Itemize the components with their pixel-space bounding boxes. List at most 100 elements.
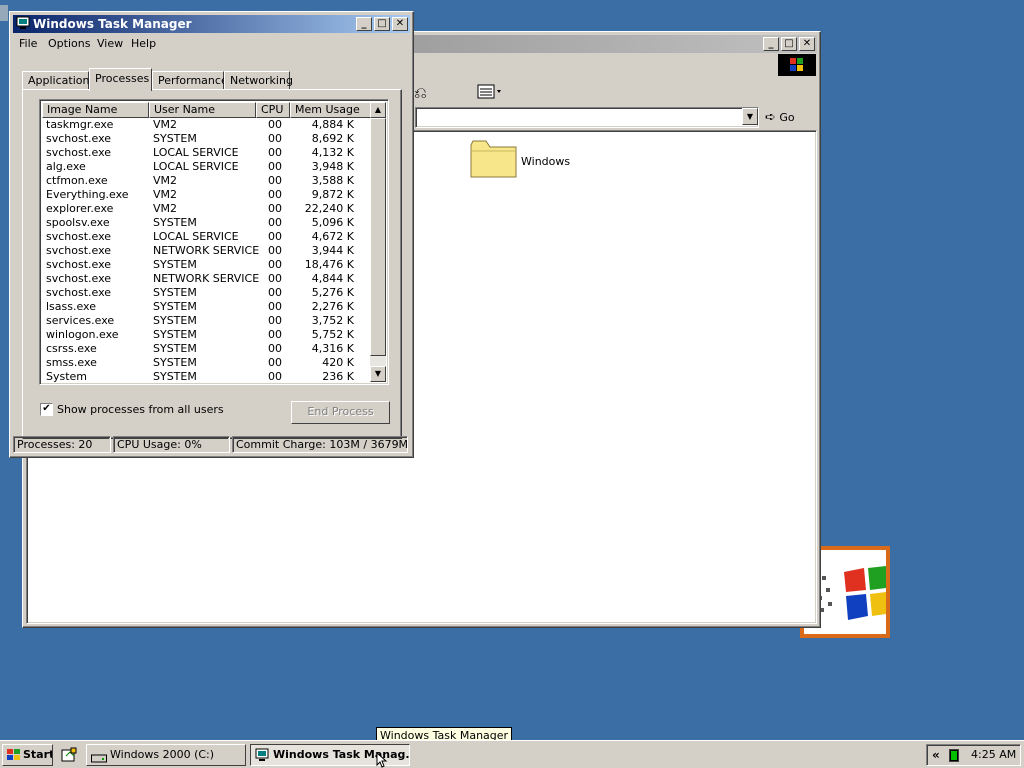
process-cpu: 00 [268, 370, 282, 383]
process-row[interactable]: svchost.exe SYSTEM 00 5,276 K [42, 286, 374, 300]
process-user-name: NETWORK SERVICE [153, 272, 260, 285]
minimize-button[interactable]: _ [763, 37, 779, 51]
process-cpu: 00 [268, 132, 282, 145]
process-row[interactable]: svchost.exe NETWORK SERVICE 00 4,844 K [42, 272, 374, 286]
process-user-name: SYSTEM [153, 370, 197, 383]
process-user-name: LOCAL SERVICE [153, 146, 239, 159]
process-row[interactable]: alg.exe LOCAL SERVICE 00 3,948 K [42, 160, 374, 174]
column-mem-usage[interactable]: Mem Usage [290, 102, 374, 118]
process-user-name: SYSTEM [153, 258, 197, 271]
process-mem-usage: 2,276 K [311, 300, 354, 313]
process-row[interactable]: winlogon.exe SYSTEM 00 5,752 K [42, 328, 374, 342]
process-cpu: 00 [268, 188, 282, 201]
show-all-users-checkbox[interactable]: ✔ [40, 403, 53, 416]
process-cpu: 00 [268, 286, 282, 299]
quicklaunch-desktop-icon[interactable] [61, 747, 77, 763]
process-mem-usage: 236 K [322, 370, 354, 383]
process-list[interactable]: Image Name User Name CPU Mem Usage taskm… [39, 99, 389, 385]
menu-options[interactable]: Options [48, 37, 90, 50]
process-image-name: ctfmon.exe [46, 174, 108, 187]
process-image-name: winlogon.exe [46, 328, 119, 341]
task-manager-tray-icon[interactable] [949, 749, 959, 762]
process-image-name: System [46, 370, 88, 383]
process-row[interactable]: svchost.exe LOCAL SERVICE 00 4,672 K [42, 230, 374, 244]
column-user-name[interactable]: User Name [149, 102, 256, 118]
views-icon[interactable] [476, 83, 504, 101]
address-dropdown-button[interactable]: ▼ [742, 108, 758, 125]
process-image-name: lsass.exe [46, 300, 96, 313]
process-row[interactable]: lsass.exe SYSTEM 00 2,276 K [42, 300, 374, 314]
process-user-name: LOCAL SERVICE [153, 160, 239, 173]
process-user-name: NETWORK SERVICE [153, 244, 260, 257]
menu-help[interactable]: Help [131, 37, 156, 50]
menu-file[interactable]: File [19, 37, 37, 50]
process-mem-usage: 420 K [322, 356, 354, 369]
go-icon: ➪ [765, 110, 776, 125]
address-field[interactable]: ▼ [415, 107, 759, 128]
process-row[interactable]: spoolsv.exe SYSTEM 00 5,096 K [42, 216, 374, 230]
process-image-name: csrss.exe [46, 342, 97, 355]
process-mem-usage: 4,132 K [311, 146, 354, 159]
tab-networking[interactable]: Networking [224, 71, 293, 90]
process-image-name: taskmgr.exe [46, 118, 114, 131]
throbber-logo [778, 54, 816, 76]
tab-processes[interactable]: Processes [89, 68, 152, 91]
process-row[interactable]: svchost.exe LOCAL SERVICE 00 4,132 K [42, 146, 374, 160]
start-button[interactable]: Start [2, 744, 53, 766]
close-button[interactable]: ✕ [799, 37, 815, 51]
menu-view[interactable]: View [97, 37, 123, 50]
taskbar-button-explorer[interactable]: Windows 2000 (C:) [86, 744, 246, 766]
clock[interactable]: 4:25 AM [971, 748, 1016, 761]
status-processes: Processes: 20 [13, 436, 111, 453]
process-cpu: 00 [268, 342, 282, 355]
start-label: Start [23, 748, 53, 761]
column-image-name[interactable]: Image Name [42, 102, 149, 118]
undo-icon[interactable]: ⎌ [414, 83, 427, 103]
go-label: Go [779, 111, 795, 124]
process-row[interactable]: svchost.exe NETWORK SERVICE 00 3,944 K [42, 244, 374, 258]
scroll-thumb[interactable] [370, 118, 386, 356]
process-row[interactable]: svchost.exe SYSTEM 00 18,476 K [42, 258, 374, 272]
process-row[interactable]: csrss.exe SYSTEM 00 4,316 K [42, 342, 374, 356]
process-user-name: LOCAL SERVICE [153, 230, 239, 243]
process-row[interactable]: smss.exe SYSTEM 00 420 K [42, 356, 374, 370]
tray-expand-chevron[interactable]: « [932, 748, 940, 762]
taskbar-button-explorer-label: Windows 2000 (C:) [110, 748, 215, 761]
scroll-down-button[interactable]: ▼ [370, 366, 386, 382]
process-row[interactable]: Everything.exe VM2 00 9,872 K [42, 188, 374, 202]
process-mem-usage: 4,672 K [311, 230, 354, 243]
desktop-icon-partial[interactable] [0, 5, 8, 21]
process-row[interactable]: taskmgr.exe VM2 00 4,884 K [42, 118, 374, 132]
process-mem-usage: 3,944 K [311, 244, 354, 257]
process-rows: taskmgr.exe VM2 00 4,884 K svchost.exe SYSTEM… [42, 118, 374, 384]
process-list-header: Image Name User Name CPU Mem Usage [42, 102, 374, 118]
process-user-name: SYSTEM [153, 342, 197, 355]
column-cpu[interactable]: CPU [256, 102, 290, 118]
taskbar-button-task-manager-label: Windows Task Manag... [273, 748, 410, 761]
folder-windows[interactable] [470, 139, 517, 179]
maximize-button[interactable]: □ [781, 37, 797, 51]
task-manager-window[interactable]: Windows Task Manager _ □ ✕ File Options … [9, 11, 414, 458]
process-row[interactable]: ctfmon.exe VM2 00 3,588 K [42, 174, 374, 188]
task-manager-titlebar[interactable]: Windows Task Manager _ □ ✕ [13, 15, 410, 33]
end-process-button[interactable]: End Process [291, 401, 390, 424]
mouse-cursor-icon [376, 751, 388, 768]
process-row[interactable]: svchost.exe SYSTEM 00 8,692 K [42, 132, 374, 146]
status-commit-charge: Commit Charge: 103M / 3679M [232, 436, 408, 453]
process-row[interactable]: System SYSTEM 00 236 K [42, 370, 374, 384]
minimize-button[interactable]: _ [356, 17, 372, 31]
close-button[interactable]: ✕ [392, 17, 408, 31]
tab-performance[interactable]: Performance [152, 71, 228, 90]
go-button[interactable]: ➪ Go [765, 108, 805, 128]
maximize-button[interactable]: □ [374, 17, 390, 31]
process-list-scrollbar[interactable]: ▲ ▼ [370, 102, 386, 382]
process-image-name: svchost.exe [46, 258, 112, 271]
scroll-up-button[interactable]: ▲ [370, 102, 386, 118]
folder-label[interactable]: Windows [521, 155, 570, 168]
show-all-users-label[interactable]: Show processes from all users [57, 403, 224, 416]
process-row[interactable]: explorer.exe VM2 00 22,240 K [42, 202, 374, 216]
process-image-name: svchost.exe [46, 230, 112, 243]
tab-applications[interactable]: Applications [22, 71, 95, 90]
process-row[interactable]: services.exe SYSTEM 00 3,752 K [42, 314, 374, 328]
drive-icon [91, 750, 107, 763]
